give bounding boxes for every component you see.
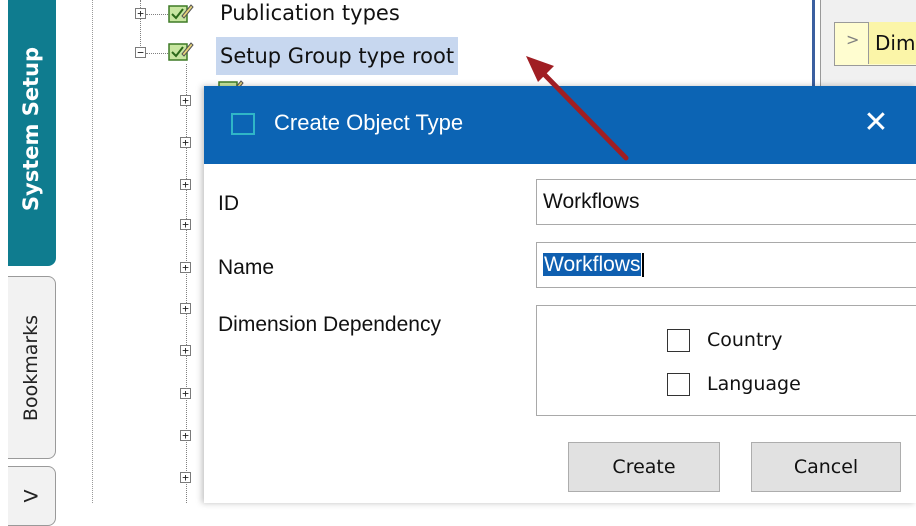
id-value: Workflows <box>543 190 640 213</box>
expand-toggle[interactable]: + <box>180 430 191 441</box>
expand-toggle[interactable]: + <box>180 345 191 356</box>
object-type-icon <box>168 4 194 23</box>
close-button[interactable]: ✕ <box>856 106 896 142</box>
expand-toggle[interactable]: + <box>180 472 191 483</box>
name-value-selected: Workflows <box>543 253 642 276</box>
tab-label: Bookmarks <box>20 314 43 421</box>
text-caret <box>642 253 645 278</box>
expand-toggle[interactable]: + <box>180 219 191 230</box>
tree-connector <box>146 14 168 15</box>
grid-cell[interactable]: Dim <box>868 22 916 64</box>
dimension-dependency-box: Country Language <box>536 305 916 416</box>
window-icon <box>231 113 255 135</box>
cancel-button[interactable]: Cancel <box>751 442 901 492</box>
id-field[interactable]: Workflows <box>536 179 916 225</box>
panel-separator <box>92 0 93 503</box>
expand-toggle[interactable]: + <box>180 179 191 190</box>
sidebar-tabstrip: System Setup Bookmarks V <box>0 0 68 526</box>
dimension-dependency-label: Dimension Dependency <box>218 313 441 336</box>
expand-toggle[interactable]: + <box>180 388 191 399</box>
tree-connector <box>146 53 168 54</box>
dialog-titlebar: Create Object Type ✕ <box>204 86 916 164</box>
tab-third[interactable]: V <box>8 466 56 526</box>
country-label[interactable]: Country <box>707 329 782 351</box>
dialog-title: Create Object Type <box>274 110 464 135</box>
expand-toggle[interactable]: + <box>180 137 191 148</box>
country-checkbox[interactable] <box>667 329 690 352</box>
name-field[interactable]: Workflows <box>536 242 916 288</box>
name-label: Name <box>218 256 275 279</box>
expand-toggle[interactable]: + <box>180 303 191 314</box>
row-expand-icon[interactable]: > <box>846 30 859 49</box>
object-type-icon <box>168 42 194 61</box>
expand-toggle[interactable]: + <box>180 95 191 106</box>
create-object-type-dialog: Create Object Type ✕ ID Workflows Name W… <box>204 86 916 503</box>
create-button[interactable]: Create <box>568 442 720 492</box>
id-label: ID <box>218 192 239 215</box>
expand-toggle[interactable]: + <box>180 262 191 273</box>
tab-system-setup[interactable]: System Setup <box>8 0 56 266</box>
language-checkbox[interactable] <box>667 373 690 396</box>
panel-divider <box>812 0 815 90</box>
expand-toggle[interactable]: + <box>135 8 146 19</box>
tab-label: System Setup <box>19 46 44 212</box>
collapse-toggle[interactable]: − <box>135 47 146 58</box>
tree-node-label[interactable]: Publication types <box>220 1 400 25</box>
language-label[interactable]: Language <box>707 373 801 395</box>
tree-node-label-selected[interactable]: Setup Group type root <box>216 37 459 75</box>
arrow-head <box>526 56 554 82</box>
tab-bookmarks[interactable]: Bookmarks <box>8 276 56 459</box>
tab-label: V <box>20 489 43 503</box>
